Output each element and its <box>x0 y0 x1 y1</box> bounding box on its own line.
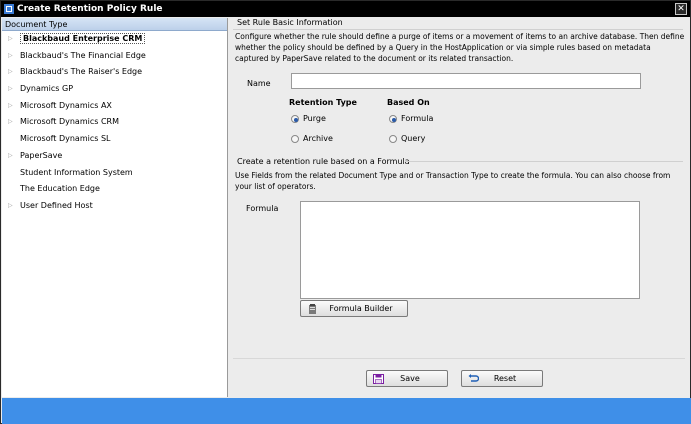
triangle-right-icon[interactable]: ▷ <box>8 48 13 65</box>
tree-item[interactable]: ▷ Microsoft Dynamics CRM <box>2 114 227 131</box>
triangle-right-icon[interactable]: ▷ <box>8 31 13 48</box>
app-window-icon <box>4 4 14 14</box>
basic-info-title: Set Rule Basic Information <box>237 18 343 27</box>
window-title: Create Retention Policy Rule <box>17 4 163 14</box>
triangle-right-icon[interactable]: ▷ <box>8 98 13 115</box>
close-button[interactable]: ✕ <box>675 3 687 15</box>
formula-description: Use Fields from the related Document Typ… <box>235 171 671 191</box>
radio-purge[interactable]: Purge <box>291 114 326 123</box>
title-bar: Create Retention Policy Rule ✕ <box>1 1 690 17</box>
floppy-disk-icon <box>373 374 384 384</box>
radio-archive-label: Archive <box>303 134 333 143</box>
status-bar <box>2 398 691 424</box>
formula-label: Formula <box>246 204 279 213</box>
radio-formula[interactable]: Formula <box>389 114 433 123</box>
tree-item-label: Microsoft Dynamics CRM <box>20 117 119 127</box>
formula-builder-button[interactable]: Formula Builder <box>300 300 408 317</box>
actions-divider <box>233 358 685 359</box>
triangle-right-icon[interactable]: ▷ <box>8 64 13 81</box>
tree-item[interactable]: Student Information System <box>2 165 227 182</box>
tree-item[interactable]: ▷ PaperSave <box>2 148 227 165</box>
tree-item[interactable]: ▷ Blackbaud's The Raiser's Edge <box>2 64 227 81</box>
basic-info-description: Configure whether the rule should define… <box>235 32 685 63</box>
triangle-right-icon[interactable]: ▷ <box>8 148 13 165</box>
reset-button[interactable]: Reset <box>461 370 543 387</box>
tree-item-label: User Defined Host <box>20 200 93 210</box>
tree-list: ▷ Blackbaud Enterprise CRM ▷ Blackbaud's Th… <box>2 31 227 215</box>
tree-item-label: Dynamics GP <box>20 84 74 94</box>
formula-textarea[interactable] <box>300 201 640 299</box>
radio-dot-icon <box>389 114 397 123</box>
radio-dot-icon <box>389 134 397 143</box>
tree-item-label: Blackbaud's The Raiser's Edge <box>20 67 143 77</box>
save-button[interactable]: Save <box>366 370 448 387</box>
tree-item-label: The Education Edge <box>20 184 100 194</box>
tree-item[interactable]: ▷ User Defined Host <box>2 198 227 215</box>
tree-item[interactable]: The Education Edge <box>2 181 227 198</box>
document-type-tree: Document Type ▷ Blackbaud Enterprise CRM ▷… <box>2 18 228 397</box>
tree-item-label: Blackbaud Enterprise CRM <box>20 33 146 44</box>
tree-item-label: Microsoft Dynamics SL <box>20 134 111 144</box>
triangle-right-icon[interactable]: ▷ <box>8 198 13 215</box>
name-label: Name <box>247 79 271 88</box>
tree-item-label: Blackbaud's The Financial Edge <box>20 50 146 60</box>
tree-item[interactable]: ▷ Blackbaud's The Financial Edge <box>2 48 227 65</box>
tree-header: Document Type <box>2 18 227 31</box>
radio-formula-label: Formula <box>401 114 434 123</box>
dialog-window: Create Retention Policy Rule ✕ Document … <box>0 0 691 424</box>
formula-section-title: Create a retention rule based on a Formu… <box>237 157 410 166</box>
radio-purge-label: Purge <box>303 114 326 123</box>
radio-dot-icon <box>291 134 299 143</box>
tree-item-label: Student Information System <box>20 167 133 177</box>
tree-item[interactable]: ▷ Microsoft Dynamics AX <box>2 98 227 115</box>
tree-item[interactable]: ▷ Blackbaud Enterprise CRM <box>2 31 227 48</box>
close-icon: ✕ <box>677 4 685 14</box>
tree-item[interactable]: Microsoft Dynamics SL <box>2 131 227 148</box>
radio-archive[interactable]: Archive <box>291 134 333 143</box>
triangle-right-icon[interactable]: ▷ <box>8 81 13 98</box>
name-input[interactable] <box>291 73 641 89</box>
radio-query-label: Query <box>401 134 426 143</box>
tree-item-label: Microsoft Dynamics AX <box>20 100 112 110</box>
triangle-right-icon[interactable]: ▷ <box>8 114 13 131</box>
section-divider <box>405 161 683 162</box>
retention-type-label: Retention Type <box>289 98 357 107</box>
formula-builder-label: Formula Builder <box>329 304 393 313</box>
radio-query[interactable]: Query <box>389 134 425 143</box>
clipboard-icon <box>309 304 316 314</box>
reset-label: Reset <box>493 374 517 383</box>
section-divider <box>233 29 683 30</box>
based-on-label: Based On <box>387 98 430 107</box>
tree-item[interactable]: ▷ Dynamics GP <box>2 81 227 98</box>
tree-item-label: PaperSave <box>20 150 63 160</box>
radio-dot-icon <box>291 114 299 123</box>
save-label: Save <box>400 374 420 383</box>
undo-arrow-icon <box>468 374 479 382</box>
rule-settings-panel: Set Rule Basic Information Configure whe… <box>229 18 690 397</box>
